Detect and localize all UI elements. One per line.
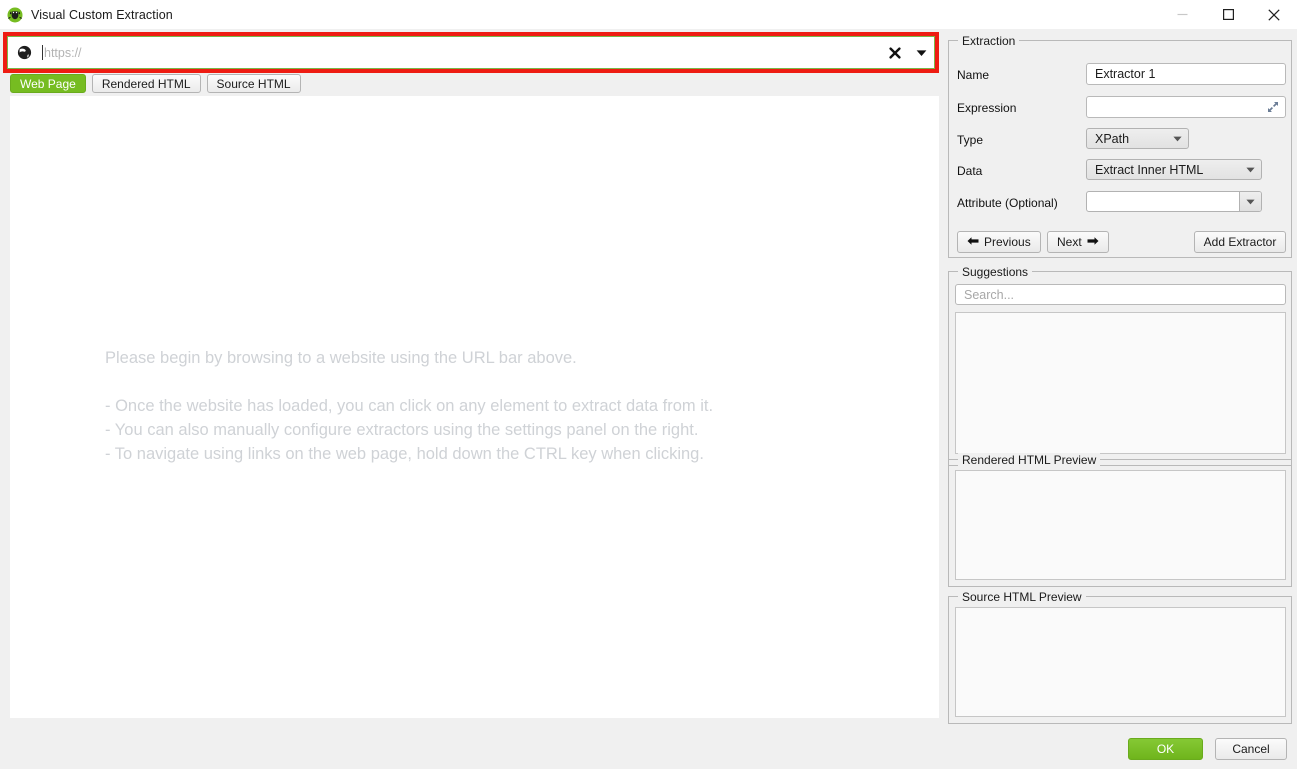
expand-diagonal-icon[interactable] <box>1267 101 1285 113</box>
extraction-group-title: Extraction <box>958 34 1019 48</box>
name-input-value: Extractor 1 <box>1087 67 1155 81</box>
type-select[interactable]: XPath <box>1086 128 1189 149</box>
add-extractor-button-label: Add Extractor <box>1204 235 1277 249</box>
clear-url-icon[interactable] <box>882 37 908 68</box>
arrow-left-icon <box>967 235 979 249</box>
hint-line-3: - To navigate using links on the web pag… <box>105 442 713 466</box>
name-input[interactable]: Extractor 1 <box>1086 63 1286 85</box>
attribute-label: Attribute (Optional) <box>957 196 1058 210</box>
suggestions-search-placeholder: Search... <box>956 288 1014 302</box>
screaming-frog-icon <box>7 7 23 23</box>
dialog-footer: OK Cancel <box>0 726 1297 769</box>
suggestions-group: Suggestions Search... <box>948 271 1292 466</box>
type-label: Type <box>957 133 983 147</box>
name-label: Name <box>957 68 989 82</box>
data-select[interactable]: Extract Inner HTML <box>1086 159 1262 180</box>
next-button-label: Next <box>1057 235 1082 249</box>
tab-source-html-label: Source HTML <box>217 77 291 91</box>
hint-line-2: - You can also manually configure extrac… <box>105 418 713 442</box>
tab-rendered-html-label: Rendered HTML <box>102 77 191 91</box>
expression-label: Expression <box>957 101 1016 115</box>
next-button[interactable]: Next <box>1047 231 1109 253</box>
rendered-html-preview-title: Rendered HTML Preview <box>958 453 1100 467</box>
suggestions-search-input[interactable]: Search... <box>955 284 1286 305</box>
window-title-bar: Visual Custom Extraction <box>0 0 1297 29</box>
previous-button-label: Previous <box>984 235 1031 249</box>
chevron-down-icon[interactable] <box>1239 192 1261 211</box>
ok-button-label: OK <box>1157 742 1174 756</box>
chevron-down-icon <box>1239 167 1261 173</box>
extraction-group: Extraction Name Extractor 1 Expression T… <box>948 40 1292 258</box>
settings-panel: Extraction Name Extractor 1 Expression T… <box>946 33 1292 718</box>
type-select-value: XPath <box>1087 132 1166 146</box>
hint-line-1: - Once the website has loaded, you can c… <box>105 394 713 418</box>
chevron-down-icon <box>1166 136 1188 142</box>
hint-lead-text: Please begin by browsing to a website us… <box>105 346 713 370</box>
cancel-button-label: Cancel <box>1232 742 1269 756</box>
data-label: Data <box>957 164 982 178</box>
url-history-dropdown-icon[interactable] <box>908 37 934 68</box>
source-html-preview-box[interactable] <box>955 607 1286 717</box>
add-extractor-button[interactable]: Add Extractor <box>1194 231 1286 253</box>
close-button[interactable] <box>1251 0 1297 29</box>
globe-icon <box>17 45 32 60</box>
tab-rendered-html[interactable]: Rendered HTML <box>92 74 201 93</box>
source-html-preview-title: Source HTML Preview <box>958 590 1086 604</box>
cancel-button[interactable]: Cancel <box>1215 738 1287 760</box>
minimize-button[interactable] <box>1159 0 1205 29</box>
window-controls <box>1159 0 1297 29</box>
view-tabs: Web Page Rendered HTML Source HTML <box>10 73 301 94</box>
url-input[interactable]: https:// <box>43 46 882 60</box>
arrow-right-icon <box>1087 235 1099 249</box>
expression-input[interactable] <box>1086 96 1286 118</box>
browser-preview-pane[interactable]: Please begin by browsing to a website us… <box>10 96 939 718</box>
data-select-value: Extract Inner HTML <box>1087 163 1239 177</box>
attribute-input-value[interactable] <box>1087 192 1239 211</box>
source-html-preview-group: Source HTML Preview <box>948 596 1292 724</box>
suggestions-list[interactable] <box>955 312 1286 454</box>
url-input-container[interactable]: https:// <box>7 36 935 69</box>
maximize-button[interactable] <box>1205 0 1251 29</box>
ok-button[interactable]: OK <box>1128 738 1203 760</box>
attribute-select[interactable] <box>1086 191 1262 212</box>
empty-state-hint: Please begin by browsing to a website us… <box>105 346 713 466</box>
previous-button[interactable]: Previous <box>957 231 1041 253</box>
tab-web-page[interactable]: Web Page <box>10 74 86 93</box>
tab-web-page-label: Web Page <box>20 77 76 91</box>
rendered-html-preview-box[interactable] <box>955 470 1286 580</box>
suggestions-group-title: Suggestions <box>958 265 1032 279</box>
rendered-html-preview-group: Rendered HTML Preview <box>948 459 1292 587</box>
window-title: Visual Custom Extraction <box>31 8 173 22</box>
tab-source-html[interactable]: Source HTML <box>207 74 301 93</box>
